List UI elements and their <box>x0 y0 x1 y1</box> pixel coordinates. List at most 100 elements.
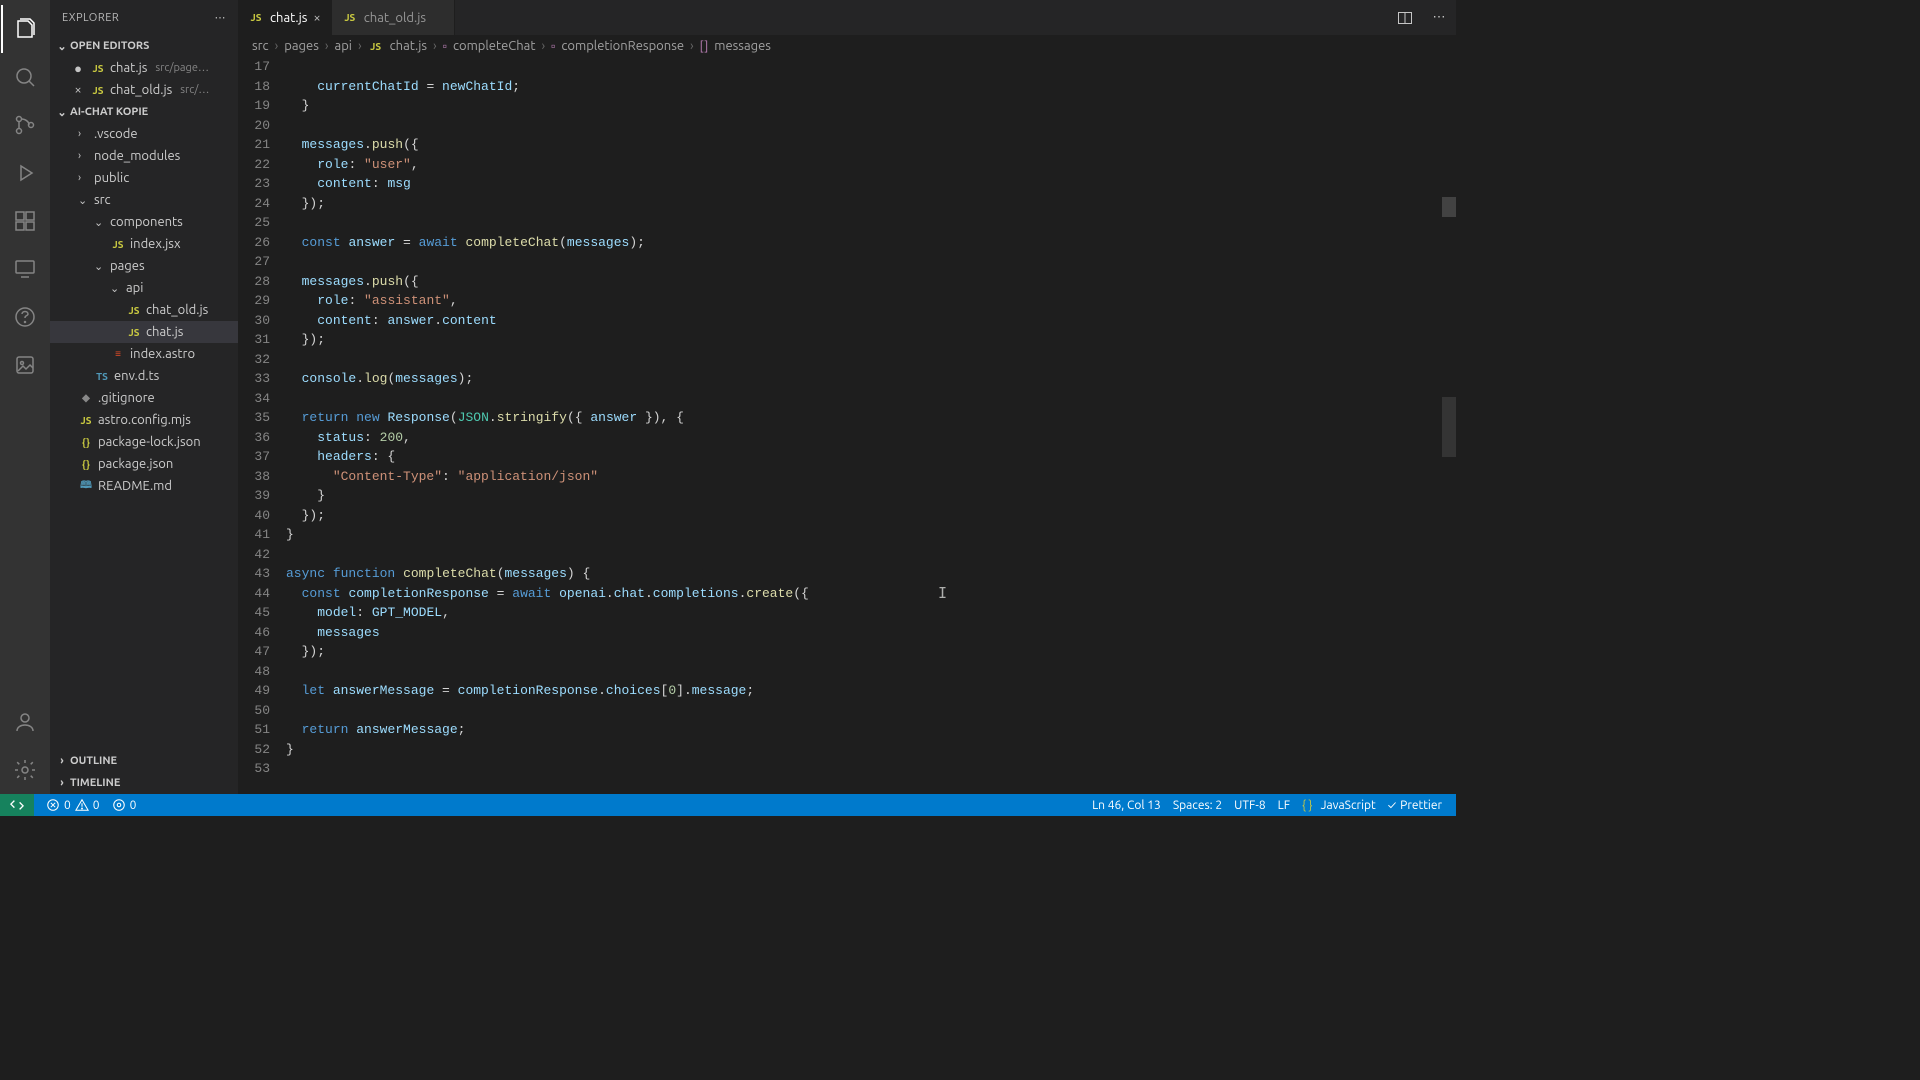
folder-item[interactable]: ⌄api <box>50 277 238 299</box>
file-name: chat.js <box>110 61 147 75</box>
breadcrumb-segment[interactable]: completeChat <box>453 39 535 53</box>
activity-remote-icon[interactable] <box>1 245 49 293</box>
activity-account-icon[interactable] <box>1 698 49 746</box>
file-item[interactable]: ◆.gitignore <box>50 387 238 409</box>
chevron-right-icon: › <box>275 39 279 53</box>
sidebar-more-icon[interactable]: ⋯ <box>215 11 227 24</box>
chevron-right-icon: › <box>78 172 90 184</box>
activity-bar <box>0 0 50 794</box>
split-editor-icon[interactable] <box>1388 0 1422 35</box>
activity-debug-icon[interactable] <box>1 149 49 197</box>
folder-item[interactable]: › public <box>50 167 238 189</box>
tab-more-icon[interactable]: ⋯ <box>1422 0 1456 35</box>
folder-item[interactable]: ⌄pages <box>50 255 238 277</box>
breadcrumb[interactable]: src›pages›api›JSchat.js›▫completeChat›▫c… <box>238 35 1456 57</box>
file-item[interactable]: TS env.d.ts <box>50 365 238 387</box>
section-label: TIMELINE <box>70 777 120 789</box>
folder-item[interactable]: ⌄src <box>50 189 238 211</box>
chevron-right-icon: › <box>78 150 90 162</box>
file-item[interactable]: 🕮README.md <box>50 475 238 497</box>
dirty-dot-icon[interactable]: ● <box>70 60 86 76</box>
close-icon[interactable]: × <box>313 11 320 25</box>
status-prettier[interactable]: ✓Prettier <box>1382 799 1448 812</box>
open-editor-item[interactable]: ×JSchat_old.jssrc/… <box>50 79 238 101</box>
tab-bar: JSchat.js×JSchat_old.js ⋯ <box>238 0 1456 35</box>
section-timeline[interactable]: › TIMELINE <box>50 772 238 794</box>
chevron-right-icon: › <box>690 39 694 53</box>
section-open-editors[interactable]: ⌄ OPEN EDITORS <box>50 35 238 57</box>
folder-name: public <box>94 171 129 185</box>
status-ports[interactable]: 0 <box>106 798 143 812</box>
file-name: index.astro <box>130 347 195 361</box>
file-item[interactable]: JSastro.config.mjs <box>50 409 238 431</box>
symbol-icon: [] <box>700 40 709 53</box>
remote-indicator-icon[interactable] <box>0 794 34 816</box>
file-name: env.d.ts <box>114 369 159 383</box>
folder-item[interactable]: ›.vscode <box>50 123 238 145</box>
breadcrumb-segment[interactable]: api <box>335 39 352 53</box>
status-encoding[interactable]: UTF-8 <box>1228 799 1271 812</box>
status-errors-count: 0 <box>64 799 71 812</box>
js-file-icon: JS <box>110 236 126 252</box>
astro-file-icon: ≡ <box>110 346 126 362</box>
chevron-down-icon: ⌄ <box>54 40 70 53</box>
file-item[interactable]: JS index.jsx <box>50 233 238 255</box>
activity-settings-icon[interactable] <box>1 746 49 794</box>
status-problems[interactable]: 0 0 <box>40 798 106 812</box>
chevron-down-icon: ⌄ <box>54 106 70 119</box>
section-outline[interactable]: › OUTLINE <box>50 750 238 772</box>
folder-name: node_modules <box>94 149 180 163</box>
status-eol[interactable]: LF <box>1272 799 1296 812</box>
status-language[interactable]: { }JavaScript <box>1296 799 1382 812</box>
folder-item[interactable]: ⌄components <box>50 211 238 233</box>
file-item[interactable]: JSchat.js <box>50 321 238 343</box>
file-name: .gitignore <box>98 391 155 405</box>
file-name: index.jsx <box>130 237 181 251</box>
editor-area: JSchat.js×JSchat_old.js ⋯ src›pages›api›… <box>238 0 1456 794</box>
code-content[interactable]: currentChatId = newChatId; } messages.pu… <box>286 57 1456 794</box>
scrollbar-thumb[interactable] <box>1442 397 1456 457</box>
activity-files-icon[interactable] <box>1 5 49 53</box>
section-label: AI-CHAT KOPIE <box>70 106 148 118</box>
section-project[interactable]: ⌄ AI-CHAT KOPIE <box>50 101 238 123</box>
editor-tab[interactable]: JSchat.js× <box>238 0 332 35</box>
file-name: package.json <box>98 457 173 471</box>
open-editor-item[interactable]: ●JSchat.jssrc/page… <box>50 57 238 79</box>
status-warnings-count: 0 <box>93 799 100 812</box>
activity-misc2-icon[interactable] <box>1 341 49 389</box>
activity-misc1-icon[interactable] <box>1 293 49 341</box>
activity-search-icon[interactable] <box>1 53 49 101</box>
breadcrumb-segment[interactable]: chat.js <box>390 39 427 53</box>
file-name: chat_old.js <box>146 303 208 317</box>
file-item[interactable]: {}package-lock.json <box>50 431 238 453</box>
folder-item[interactable]: › node_modules <box>50 145 238 167</box>
file-path-hint: src/page… <box>155 62 209 74</box>
js-file-icon: JS <box>126 324 142 340</box>
json-file-icon: {} <box>78 434 94 450</box>
folder-name: pages <box>110 259 145 273</box>
breadcrumb-segment[interactable]: messages <box>714 39 771 53</box>
section-label: OUTLINE <box>70 755 117 767</box>
status-cursor[interactable]: Ln 46, Col 13 <box>1086 799 1167 812</box>
status-ports-count: 0 <box>130 799 137 812</box>
js-file-icon: JS <box>126 302 142 318</box>
editor-tab[interactable]: JSchat_old.js <box>332 0 455 35</box>
file-name: README.md <box>98 479 172 493</box>
symbol-icon: ▫ <box>551 39 555 53</box>
file-item[interactable]: ≡ index.astro <box>50 343 238 365</box>
file-item[interactable]: {}package.json <box>50 453 238 475</box>
file-item[interactable]: JS chat_old.js <box>50 299 238 321</box>
status-spaces[interactable]: Spaces: 2 <box>1167 799 1228 812</box>
scrollbar-thumb[interactable] <box>1442 197 1456 217</box>
file-path-hint: src/… <box>180 84 209 96</box>
tab-label: chat_old.js <box>364 11 426 25</box>
line-gutter: 1718192021222324252627282930313233343536… <box>238 57 286 794</box>
breadcrumb-segment[interactable]: completionResponse <box>561 39 684 53</box>
breadcrumb-segment[interactable]: src <box>252 39 269 53</box>
activity-scm-icon[interactable] <box>1 101 49 149</box>
breadcrumb-segment[interactable]: pages <box>284 39 319 53</box>
close-icon[interactable]: × <box>70 82 86 98</box>
code-editor[interactable]: 1718192021222324252627282930313233343536… <box>238 57 1456 794</box>
activity-extensions-icon[interactable] <box>1 197 49 245</box>
ts-file-icon: TS <box>94 368 110 384</box>
